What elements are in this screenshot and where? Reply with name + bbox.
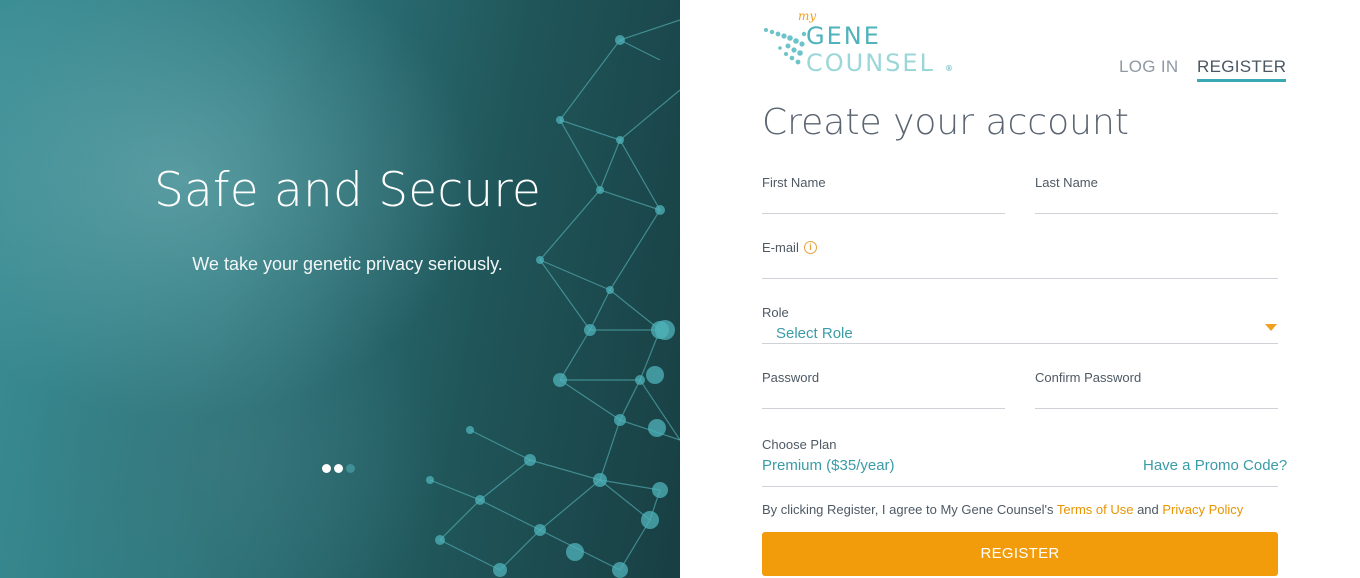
hero-panel: Safe and Secure We take your genetic pri… [0, 0, 680, 578]
terms-of-use-link[interactable]: Terms of Use [1057, 502, 1134, 517]
confirm-password-field[interactable] [1035, 408, 1278, 409]
nav-register-link[interactable]: REGISTER [1197, 57, 1287, 82]
last-name-label: Last Name [1035, 175, 1098, 190]
first-name-label: First Name [762, 175, 826, 190]
hero-subtitle: We take your genetic privacy seriously. [192, 254, 503, 274]
network-graphic [426, 19, 680, 578]
password-field[interactable] [762, 408, 1005, 409]
hero-title: Safe and Secure [154, 163, 541, 218]
first-name-field[interactable] [762, 213, 1005, 214]
terms-and: and [1133, 502, 1163, 517]
info-icon[interactable]: i [804, 241, 817, 254]
form-title: Create your account [762, 102, 1129, 143]
last-name-field[interactable] [1035, 213, 1278, 214]
email-field[interactable] [762, 278, 1278, 279]
carousel-dot[interactable] [346, 464, 355, 473]
privacy-policy-link[interactable]: Privacy Policy [1162, 502, 1243, 517]
role-select-underline [762, 343, 1278, 344]
chevron-down-icon[interactable] [1265, 324, 1277, 331]
plan-select[interactable]: Premium ($35/year) [762, 457, 895, 474]
svg-text:®: ® [945, 64, 953, 73]
svg-text:COUNSEL: COUNSEL [806, 49, 935, 77]
register-button[interactable]: REGISTER [762, 532, 1278, 576]
role-select[interactable]: Select Role [776, 325, 853, 342]
confirm-password-label: Confirm Password [1035, 370, 1142, 385]
nav-login-link[interactable]: LOG IN [1119, 57, 1178, 77]
password-label: Password [762, 370, 820, 385]
svg-text:GENE: GENE [806, 22, 881, 50]
svg-text:my: my [798, 9, 816, 23]
carousel-indicator [322, 464, 355, 473]
terms-text: By clicking Register, I agree to My Gene… [762, 502, 1243, 517]
plan-label: Choose Plan [762, 437, 837, 452]
my-gene-counsel-logo[interactable]: my GENE COUNSEL ® [760, 8, 960, 78]
carousel-dot[interactable] [322, 464, 331, 473]
email-label: E-mail [762, 240, 799, 255]
carousel-dot[interactable] [334, 464, 343, 473]
plan-underline [762, 486, 1278, 487]
promo-code-link[interactable]: Have a Promo Code? [1143, 457, 1287, 474]
role-label: Role [762, 305, 789, 320]
terms-prefix: By clicking Register, I agree to My Gene… [762, 502, 1057, 517]
